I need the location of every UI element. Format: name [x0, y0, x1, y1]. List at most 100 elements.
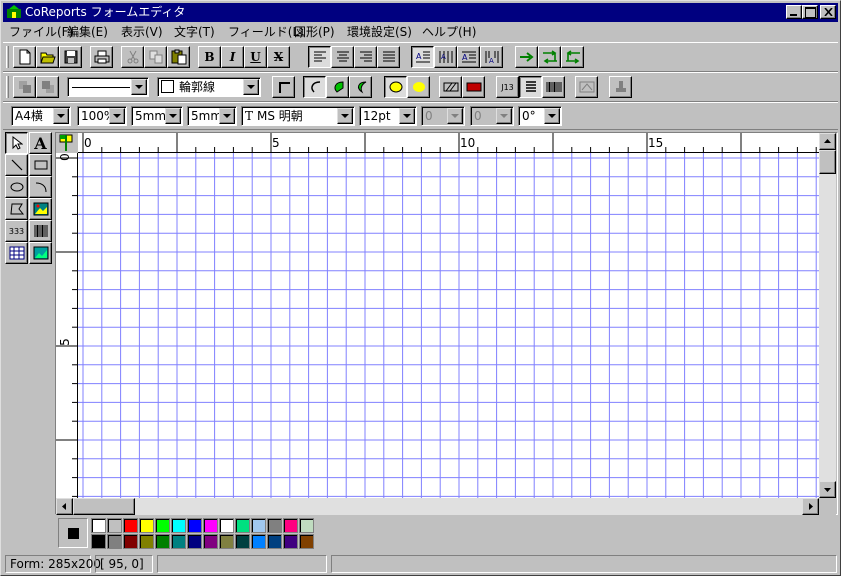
color-swatch[interactable] — [123, 518, 138, 533]
color-swatch[interactable] — [299, 534, 314, 549]
barcode-field-button[interactable] — [542, 76, 565, 98]
menu-file[interactable]: ファイル(F) — [8, 24, 74, 40]
align-justify-button[interactable] — [377, 46, 400, 68]
lines-field-button[interactable] — [519, 76, 542, 98]
color-swatch[interactable] — [251, 534, 266, 549]
image-edit-button[interactable] — [575, 76, 598, 98]
color-swatch[interactable] — [171, 534, 186, 549]
horizontal-scrollbar[interactable] — [56, 498, 819, 515]
align-right-button[interactable] — [354, 46, 377, 68]
text-tool[interactable]: A — [29, 132, 52, 154]
chevron-down-icon[interactable] — [544, 108, 560, 124]
title-bar[interactable]: CoReports フォームエディタ — [3, 3, 838, 22]
print-button[interactable] — [90, 46, 113, 68]
table-tool[interactable] — [5, 242, 28, 264]
line-tool[interactable] — [5, 154, 28, 176]
color-swatch[interactable] — [155, 534, 170, 549]
cut-button[interactable] — [121, 46, 144, 68]
color-swatch[interactable] — [219, 518, 234, 533]
rectangle-tool[interactable] — [29, 154, 52, 176]
color-swatch[interactable] — [203, 518, 218, 533]
menu-text[interactable]: 文字(T) — [173, 24, 216, 40]
valign-middle-button[interactable]: A — [457, 46, 480, 68]
copy-button[interactable] — [144, 46, 167, 68]
rect-fill-button[interactable] — [462, 76, 485, 98]
chevron-down-icon[interactable] — [165, 108, 181, 124]
barcode-tool[interactable] — [29, 220, 52, 242]
current-color[interactable] — [58, 518, 88, 548]
close-button[interactable] — [820, 5, 836, 19]
chevron-down-icon[interactable] — [399, 108, 415, 124]
ruler-corner[interactable] — [56, 133, 78, 153]
send-back-button[interactable] — [36, 76, 59, 98]
char-spacing-select[interactable]: 0 — [421, 106, 465, 126]
ellipse-tool[interactable] — [5, 176, 28, 198]
color-swatch[interactable] — [267, 518, 282, 533]
color-swatch[interactable] — [91, 534, 106, 549]
horizontal-scroll-thumb[interactable] — [73, 498, 135, 515]
chevron-down-icon[interactable] — [219, 108, 235, 124]
menu-help[interactable]: ヘルプ(H) — [421, 24, 477, 40]
line-style-select[interactable] — [67, 77, 149, 97]
toolbar-grip[interactable] — [6, 46, 9, 68]
color-swatch[interactable] — [139, 518, 154, 533]
scroll-right-button[interactable] — [802, 498, 819, 515]
tab-order-prev-button[interactable] — [561, 46, 584, 68]
color-swatch[interactable] — [107, 534, 122, 549]
open-button[interactable] — [36, 46, 59, 68]
color-swatch[interactable] — [283, 518, 298, 533]
maximize-button[interactable] — [802, 5, 818, 19]
color-swatch[interactable] — [91, 518, 106, 533]
ellipse-outline-button[interactable] — [384, 76, 407, 98]
color-swatch[interactable] — [123, 534, 138, 549]
color-swatch[interactable] — [171, 518, 186, 533]
align-center-button[interactable] — [331, 46, 354, 68]
bold-button[interactable]: B — [198, 46, 221, 68]
color-swatch[interactable] — [267, 534, 282, 549]
zoom-select[interactable]: 100% — [77, 106, 127, 126]
rect-hatch-button[interactable] — [439, 76, 462, 98]
color-swatch[interactable] — [107, 518, 122, 533]
color-swatch[interactable] — [219, 534, 234, 549]
menu-view[interactable]: 表示(V) — [120, 24, 164, 40]
corner-line-button[interactable] — [272, 76, 295, 98]
chevron-down-icon[interactable] — [447, 108, 463, 124]
font-size-select[interactable]: 12pt — [359, 106, 417, 126]
valign-bottom-button[interactable]: A — [480, 46, 503, 68]
bring-front-button[interactable] — [13, 76, 36, 98]
chevron-down-icon[interactable] — [243, 79, 259, 95]
picture-tool[interactable] — [29, 242, 52, 264]
tab-order-next-button[interactable] — [538, 46, 561, 68]
scroll-up-button[interactable] — [819, 133, 836, 150]
scroll-down-button[interactable] — [819, 481, 836, 498]
new-button[interactable] — [13, 46, 36, 68]
grid-y-select[interactable]: 5mm — [187, 106, 237, 126]
scroll-left-button[interactable] — [56, 498, 73, 515]
select-tool[interactable] — [5, 132, 28, 154]
color-swatch[interactable] — [283, 534, 298, 549]
valign-top-button[interactable]: A — [411, 46, 434, 68]
menu-settings[interactable]: 環境設定(S) — [346, 24, 413, 40]
menu-edit[interactable]: 編集(E) — [66, 24, 109, 40]
chevron-down-icon[interactable] — [496, 108, 512, 124]
polygon-tool[interactable] — [5, 198, 28, 220]
font-name-select[interactable]: T MS 明朝 — [241, 106, 355, 126]
grid-x-select[interactable]: 5mm — [131, 106, 183, 126]
color-swatch[interactable] — [187, 518, 202, 533]
toolbar-grip[interactable] — [6, 76, 9, 98]
paste-button[interactable] — [167, 46, 190, 68]
color-swatch[interactable] — [139, 534, 154, 549]
color-swatch[interactable] — [203, 534, 218, 549]
chevron-down-icon[interactable] — [53, 108, 69, 124]
tab-order-button[interactable] — [515, 46, 538, 68]
color-swatch[interactable] — [251, 518, 266, 533]
vertical-scrollbar[interactable] — [819, 133, 836, 498]
chord-style-button[interactable] — [349, 76, 372, 98]
menu-shape[interactable]: 図形(P) — [293, 24, 336, 40]
form-canvas[interactable] — [78, 153, 819, 498]
color-swatch[interactable] — [299, 518, 314, 533]
pie-style-button[interactable] — [326, 76, 349, 98]
underline-button[interactable]: U — [244, 46, 267, 68]
color-swatch[interactable] — [187, 534, 202, 549]
chevron-down-icon[interactable] — [131, 79, 147, 95]
